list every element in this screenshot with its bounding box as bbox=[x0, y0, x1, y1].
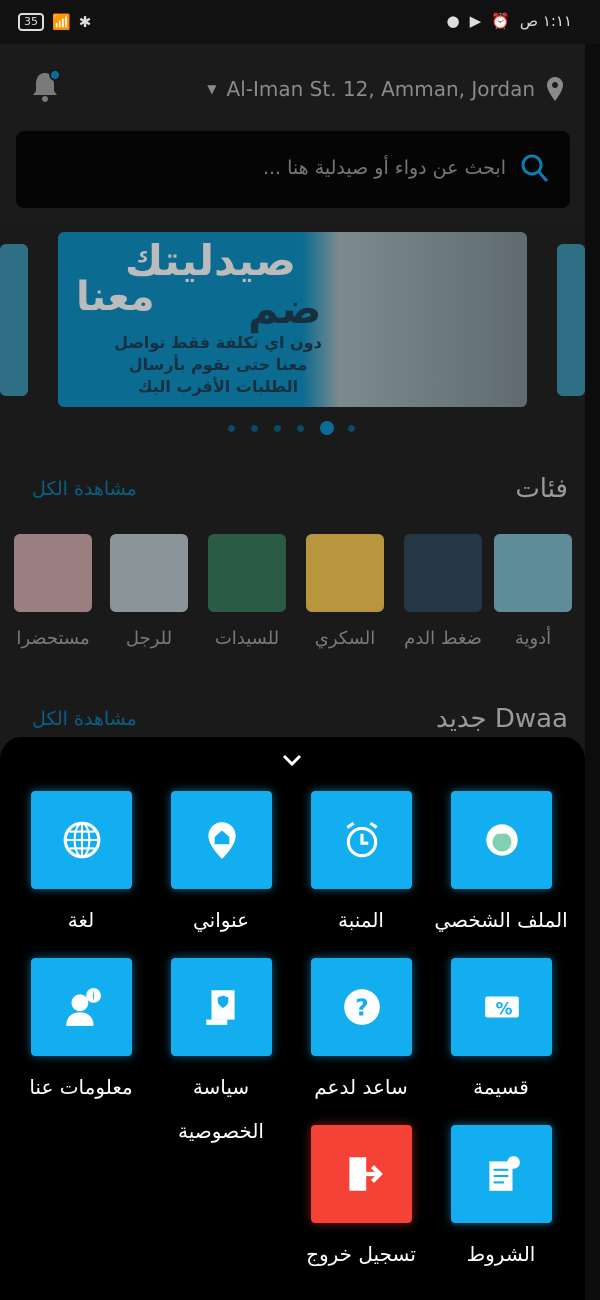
category-tile[interactable] bbox=[404, 534, 482, 612]
category-tile[interactable] bbox=[14, 534, 92, 612]
terms-icon bbox=[488, 1156, 520, 1191]
bluetooth-icon: ✱ bbox=[78, 13, 92, 31]
menu-label: لغة bbox=[67, 908, 95, 932]
app-notification-icon: ● bbox=[446, 12, 460, 30]
banner-headline-3: معنا bbox=[76, 274, 155, 320]
location-home-icon bbox=[207, 822, 236, 859]
alarm-clock-menu-button[interactable] bbox=[311, 791, 412, 889]
new-section-title: جديد Dwaa bbox=[435, 704, 568, 734]
help-menu-button[interactable]: ? bbox=[311, 958, 412, 1056]
alarm-icon: ⏰ bbox=[491, 12, 510, 30]
search-placeholder: ابحث عن دواء أو صيدلية هنا ... bbox=[262, 157, 506, 179]
wifi-icon: 📶 bbox=[52, 13, 71, 31]
logout-menu-button[interactable] bbox=[311, 1125, 412, 1223]
banner-line: دون اي تكلفة فقط تواصل bbox=[114, 333, 322, 352]
bell-icon bbox=[33, 69, 61, 102]
menu-label: المنبة bbox=[337, 908, 384, 932]
about-us-menu-button[interactable]: i bbox=[31, 958, 132, 1056]
help-icon: ? bbox=[343, 989, 380, 1025]
banner-line: معنا حتى نقوم بأرسال bbox=[128, 355, 308, 374]
banner-prev[interactable] bbox=[0, 244, 28, 396]
globe-menu-button[interactable] bbox=[31, 791, 132, 889]
coupon-menu-button[interactable]: % bbox=[451, 958, 552, 1056]
category-label: للرجل bbox=[125, 628, 173, 649]
location-pin-icon bbox=[547, 77, 563, 101]
status-time: ١:١١ ص bbox=[519, 12, 572, 30]
menu-label: سياسة الخصوصية bbox=[178, 1075, 264, 1143]
menu-label: الملف الشخصي bbox=[434, 908, 568, 932]
privacy-policy-icon bbox=[205, 990, 235, 1025]
address-selector[interactable]: ▼ Al-Iman St. 12, Amman, Jordan bbox=[207, 76, 565, 102]
svg-text:i: i bbox=[92, 991, 95, 1003]
profile-menu-button[interactable] bbox=[451, 791, 552, 889]
category-tile[interactable] bbox=[208, 534, 286, 612]
category-label: ضغط الدم bbox=[404, 628, 482, 649]
banner-next[interactable] bbox=[557, 244, 585, 396]
category-label: للسيدات bbox=[214, 628, 280, 649]
banner-headline-2: ضم bbox=[248, 284, 322, 333]
coupon-icon: % bbox=[484, 996, 519, 1018]
pager-dot[interactable] bbox=[251, 425, 258, 432]
categories-see-all[interactable]: مشاهدة الكل bbox=[32, 478, 137, 500]
menu-label: عنواني bbox=[192, 908, 250, 932]
category-label: مستحضرا bbox=[16, 628, 90, 649]
search-icon bbox=[521, 154, 549, 182]
banner-line: الطلبات الأقرب اليك bbox=[137, 377, 299, 396]
chevron-down-icon[interactable] bbox=[280, 751, 304, 769]
new-section-see-all[interactable]: مشاهدة الكل bbox=[32, 708, 137, 730]
profile-icon bbox=[485, 824, 518, 856]
battery-icon: 35 bbox=[18, 13, 44, 31]
category-label: أدوية bbox=[514, 628, 552, 649]
menu-label: قسيمة bbox=[473, 1075, 529, 1099]
location-home-menu-button[interactable] bbox=[171, 791, 272, 889]
promo-banner[interactable]: صيدليتك ضم معنا دون اي تكلفة فقط تواصل م… bbox=[58, 232, 527, 407]
svg-text:?: ? bbox=[355, 995, 368, 1021]
scrollbar bbox=[585, 44, 600, 1300]
terms-menu-button[interactable] bbox=[451, 1125, 552, 1223]
svg-text:%: % bbox=[495, 998, 512, 1018]
search-input[interactable]: ابحث عن دواء أو صيدلية هنا ... bbox=[16, 131, 570, 208]
category-tile[interactable] bbox=[494, 534, 572, 612]
address-text: Al-Iman St. 12, Amman, Jordan bbox=[226, 77, 535, 101]
menu-label: تسجيل خروج bbox=[306, 1242, 416, 1266]
banner-body: دون اي تكلفة فقط تواصل معنا حتى نقوم بأر… bbox=[98, 332, 338, 398]
play-store-icon: ▶ bbox=[469, 12, 482, 30]
about-us-icon: i bbox=[65, 988, 101, 1026]
pager-dot-active[interactable] bbox=[320, 421, 334, 435]
menu-label: معلومات عنا bbox=[29, 1075, 133, 1099]
categories-title: فئات bbox=[515, 474, 568, 504]
notifications-button[interactable] bbox=[30, 69, 62, 106]
category-tile[interactable] bbox=[306, 534, 384, 612]
caret-down-icon: ▼ bbox=[207, 82, 217, 96]
category-tile[interactable] bbox=[110, 534, 188, 612]
logout-icon bbox=[348, 1157, 383, 1191]
menu-label: الشروط bbox=[466, 1242, 536, 1266]
globe-icon bbox=[63, 821, 100, 859]
pager-dot[interactable] bbox=[297, 425, 304, 432]
status-bar: 35 📶 ✱ ● ▶ ⏰ ١:١١ ص bbox=[0, 0, 600, 44]
category-label: السكري bbox=[314, 628, 376, 649]
pager-dot[interactable] bbox=[274, 425, 281, 432]
pager-dot[interactable] bbox=[228, 425, 235, 432]
menu-label: ساعد لدعم bbox=[314, 1075, 408, 1099]
pager-dot[interactable] bbox=[348, 425, 355, 432]
alarm-clock-icon bbox=[345, 821, 378, 858]
privacy-policy-menu-button[interactable] bbox=[171, 958, 272, 1056]
